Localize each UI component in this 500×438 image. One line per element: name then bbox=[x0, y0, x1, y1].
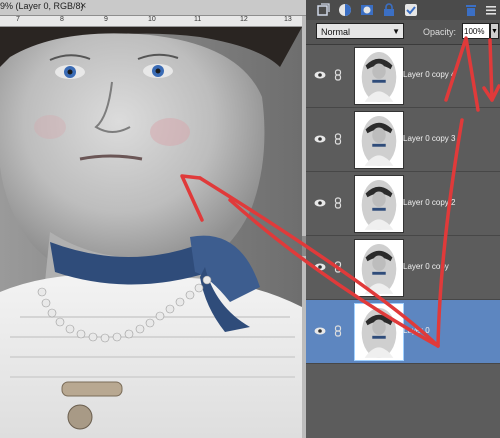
layer-name[interactable]: Layer 0 bbox=[403, 326, 430, 335]
panel-menu-icon[interactable] bbox=[484, 3, 498, 17]
eye-visibility-icon[interactable] bbox=[314, 70, 326, 80]
layers-panel: Normal ▼ Opacity: 100% ▼ Layer 0 copy 4L… bbox=[306, 0, 500, 438]
document-tab[interactable]: 9% (Layer 0, RGB/8) × bbox=[0, 0, 306, 16]
chevron-down-icon: ▼ bbox=[392, 27, 400, 36]
blend-mode-select[interactable]: Normal ▼ bbox=[316, 23, 404, 39]
layer-name[interactable]: Layer 0 copy bbox=[403, 262, 449, 271]
new-layer-icon[interactable] bbox=[316, 3, 330, 17]
layers-list: Layer 0 copy 4 Layer 0 copy 3 Layer 0 copy… bbox=[306, 44, 500, 438]
link-icon[interactable] bbox=[334, 133, 342, 145]
lock-all-icon[interactable] bbox=[404, 3, 418, 17]
close-tab-icon[interactable]: × bbox=[80, 0, 86, 12]
layer-thumbnail[interactable] bbox=[354, 175, 404, 233]
layer-name[interactable]: Layer 0 copy 4 bbox=[403, 70, 455, 79]
eye-visibility-icon[interactable] bbox=[314, 198, 326, 208]
eye-visibility-icon[interactable] bbox=[314, 326, 326, 336]
ruler-label: 12 bbox=[240, 16, 248, 23]
layer-row[interactable]: Layer 0 copy bbox=[306, 236, 500, 300]
layers-toolbar bbox=[306, 0, 500, 21]
layer-options-bar: Normal ▼ Opacity: 100% ▼ bbox=[306, 20, 500, 45]
ruler-label: 8 bbox=[60, 16, 64, 23]
opacity-dropdown-icon[interactable]: ▼ bbox=[490, 23, 499, 39]
ruler-label: 9 bbox=[104, 16, 108, 23]
layer-name[interactable]: Layer 0 copy 3 bbox=[403, 134, 455, 143]
layer-thumbnail[interactable] bbox=[354, 239, 404, 297]
document-tab-title: 9% (Layer 0, RGB/8) bbox=[0, 1, 84, 11]
horizontal-ruler: 7 8 9 10 11 12 13 bbox=[0, 16, 302, 27]
link-icon[interactable] bbox=[334, 197, 342, 209]
layer-thumbnail[interactable] bbox=[354, 47, 404, 105]
layer-row[interactable]: Layer 0 copy 2 bbox=[306, 172, 500, 236]
layer-row[interactable]: Layer 0 copy 4 bbox=[306, 44, 500, 108]
layer-thumbnail[interactable] bbox=[354, 303, 404, 361]
eye-visibility-icon[interactable] bbox=[314, 262, 326, 272]
opacity-label: Opacity: bbox=[423, 27, 457, 37]
layer-mask-icon[interactable] bbox=[360, 3, 374, 17]
ruler-label: 10 bbox=[148, 16, 156, 23]
link-icon[interactable] bbox=[334, 69, 342, 81]
adjustment-layer-icon[interactable] bbox=[338, 3, 352, 17]
document-canvas-area[interactable]: 9% (Layer 0, RGB/8) × 7 8 9 10 11 12 13 bbox=[0, 0, 306, 438]
blend-mode-value: Normal bbox=[321, 27, 351, 37]
ruler-label: 7 bbox=[16, 16, 20, 23]
layer-name[interactable]: Layer 0 copy 2 bbox=[403, 198, 455, 207]
lock-icon[interactable] bbox=[382, 3, 396, 17]
trash-icon[interactable] bbox=[464, 3, 478, 17]
ruler-label: 11 bbox=[194, 16, 202, 23]
layer-row[interactable]: Layer 0 copy 3 bbox=[306, 108, 500, 172]
layer-thumbnail[interactable] bbox=[354, 111, 404, 169]
layer-row[interactable]: Layer 0 bbox=[306, 300, 500, 364]
opacity-input[interactable]: 100% bbox=[462, 23, 490, 39]
link-icon[interactable] bbox=[334, 325, 342, 337]
portrait-photo bbox=[0, 27, 302, 438]
eye-visibility-icon[interactable] bbox=[314, 134, 326, 144]
ruler-label: 13 bbox=[284, 16, 292, 23]
link-icon[interactable] bbox=[334, 261, 342, 273]
